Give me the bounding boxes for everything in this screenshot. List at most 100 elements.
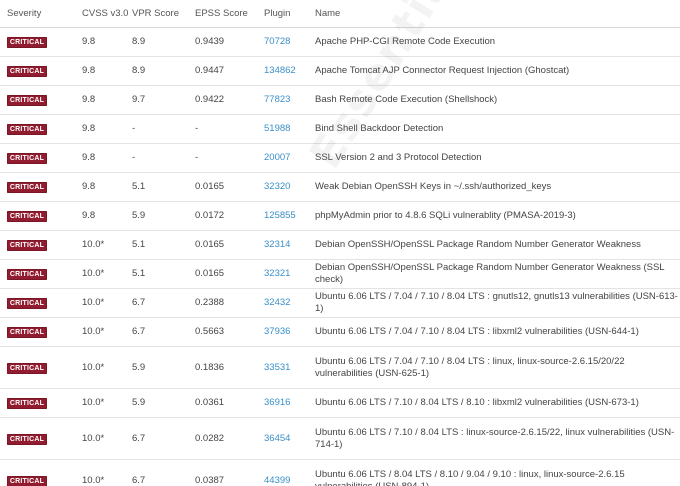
epss-score: 0.0387 — [195, 474, 225, 486]
cvss-score: 10.0* — [82, 230, 132, 260]
severity-badge: CRITICAL — [7, 298, 47, 309]
plugin-link[interactable]: 125855 — [264, 210, 296, 221]
severity-badge: CRITICAL — [7, 327, 47, 338]
severity-badge: CRITICAL — [7, 153, 47, 164]
plugin-link[interactable]: 32321 — [264, 268, 290, 279]
table-row: CRITICAL 10.0* 5.1 0.0165 32321 Debian O… — [0, 259, 680, 289]
table-row: CRITICAL 9.8 8.9 0.9439 70728 Apache PHP… — [0, 27, 680, 57]
plugin-link[interactable]: 32320 — [264, 181, 290, 192]
header-name: Name — [315, 0, 680, 28]
severity-badge: CRITICAL — [7, 95, 47, 106]
epss-score: 0.0282 — [195, 417, 264, 460]
header-epss: EPSS Score — [195, 0, 264, 28]
table-row: CRITICAL 9.8 - - 20007 SSL Version 2 and… — [0, 143, 680, 173]
epss-score: 0.2388 — [195, 288, 264, 318]
severity-badge: CRITICAL — [7, 182, 47, 193]
vpr-score: 5.1 — [132, 230, 195, 260]
cvss-score: 10.0* — [82, 417, 132, 460]
vpr-score: 9.7 — [132, 85, 195, 115]
epss-score: - — [195, 114, 264, 144]
cvss-score: 9.8 — [82, 56, 132, 86]
vpr-score: 6.7 — [132, 474, 146, 486]
table-row: CRITICAL 9.8 - - 51988 Bind Shell Backdo… — [0, 114, 680, 144]
vulnerability-name: Bind Shell Backdoor Detection — [315, 114, 680, 144]
vpr-score: - — [132, 143, 195, 173]
table-row: CRITICAL 10.0* 6.7 0.0387 44399 Ubuntu 6… — [0, 460, 680, 486]
vpr-score: 6.7 — [132, 417, 195, 460]
vpr-score: 5.9 — [132, 388, 195, 418]
vulnerability-name: Ubuntu 6.06 LTS / 8.04 LTS / 8.10 / 9.04… — [315, 468, 625, 486]
cvss-score: 9.8 — [82, 172, 132, 202]
table-row: CRITICAL 10.0* 6.7 0.5663 37936 Ubuntu 6… — [0, 317, 680, 347]
cvss-score: 9.8 — [82, 27, 132, 57]
vulnerability-name: Apache PHP-CGI Remote Code Execution — [315, 27, 680, 57]
header-vpr: VPR Score — [132, 0, 195, 28]
table-row: CRITICAL 9.8 5.9 0.0172 125855 phpMyAdmi… — [0, 201, 680, 231]
severity-badge: CRITICAL — [7, 66, 47, 77]
cvss-score: 10.0* — [82, 388, 132, 418]
epss-score: 0.0165 — [195, 259, 264, 289]
cvss-score: 9.8 — [82, 114, 132, 144]
table-row: CRITICAL 10.0* 5.1 0.0165 32314 Debian O… — [0, 230, 680, 260]
vpr-score: 8.9 — [132, 56, 195, 86]
plugin-link[interactable]: 36916 — [264, 397, 290, 408]
epss-score: 0.0172 — [195, 201, 264, 231]
plugin-link[interactable]: 32432 — [264, 297, 290, 308]
table-row: CRITICAL 9.8 8.9 0.9447 134862 Apache To… — [0, 56, 680, 86]
vpr-score: - — [132, 114, 195, 144]
epss-score: 0.0361 — [195, 388, 264, 418]
vulnerability-table: Severity CVSS v3.0 VPR Score EPSS Score … — [0, 0, 680, 486]
plugin-link[interactable]: 20007 — [264, 152, 290, 163]
vulnerability-name: Ubuntu 6.06 LTS / 7.04 / 7.10 / 8.04 LTS… — [315, 317, 680, 347]
plugin-link[interactable]: 77823 — [264, 94, 290, 105]
vulnerability-name: Debian OpenSSH/OpenSSL Package Random Nu… — [315, 259, 680, 289]
plugin-link[interactable]: 36454 — [264, 433, 290, 444]
header-cvss: CVSS v3.0 — [82, 0, 132, 28]
header-severity: Severity — [0, 0, 82, 28]
table-row: CRITICAL 10.0* 5.9 0.1836 33531 Ubuntu 6… — [0, 346, 680, 389]
table-row: CRITICAL 9.8 5.1 0.0165 32320 Weak Debia… — [0, 172, 680, 202]
vulnerability-name: Ubuntu 6.06 LTS / 7.04 / 7.10 / 8.04 LTS… — [315, 288, 680, 318]
cvss-score: 9.8 — [82, 201, 132, 231]
cvss-score: 10.0* — [82, 317, 132, 347]
severity-badge: CRITICAL — [7, 398, 47, 409]
severity-badge: CRITICAL — [7, 433, 47, 445]
vulnerability-name: Weak Debian OpenSSH Keys in ~/.ssh/autho… — [315, 172, 680, 202]
epss-score: 0.9447 — [195, 56, 264, 86]
plugin-link[interactable]: 134862 — [264, 65, 296, 76]
epss-score: 0.9439 — [195, 27, 264, 57]
vpr-score: 6.7 — [132, 288, 195, 318]
vulnerability-report: Essentials Severity CVSS v3.0 VPR Score … — [0, 0, 680, 486]
header-plugin: Plugin — [264, 0, 315, 28]
epss-score: 0.0165 — [195, 230, 264, 260]
table-row: CRITICAL 10.0* 5.9 0.0361 36916 Ubuntu 6… — [0, 388, 680, 418]
epss-score: 0.5663 — [195, 317, 264, 347]
table-row: CRITICAL 9.8 9.7 0.9422 77823 Bash Remot… — [0, 85, 680, 115]
cvss-score: 10.0* — [82, 346, 132, 389]
severity-badge: CRITICAL — [7, 362, 47, 374]
vulnerability-name: Debian OpenSSH/OpenSSL Package Random Nu… — [315, 230, 680, 260]
severity-badge: CRITICAL — [7, 240, 47, 251]
table-row: CRITICAL 10.0* 6.7 0.0282 36454 Ubuntu 6… — [0, 417, 680, 460]
plugin-link[interactable]: 37936 — [264, 326, 290, 337]
cvss-score: 10.0* — [82, 259, 132, 289]
epss-score: 0.0165 — [195, 172, 264, 202]
vulnerability-name: Ubuntu 6.06 LTS / 7.04 / 7.10 / 8.04 LTS… — [315, 346, 680, 389]
plugin-link[interactable]: 44399 — [264, 475, 290, 486]
severity-badge: CRITICAL — [7, 211, 47, 222]
epss-score: 0.9422 — [195, 85, 264, 115]
plugin-link[interactable]: 51988 — [264, 123, 290, 134]
epss-score: 0.1836 — [195, 346, 264, 389]
table-header-row: Severity CVSS v3.0 VPR Score EPSS Score … — [0, 0, 680, 28]
vpr-score: 5.9 — [132, 346, 195, 389]
plugin-link[interactable]: 70728 — [264, 36, 290, 47]
vpr-score: 8.9 — [132, 27, 195, 57]
vulnerability-name: Apache Tomcat AJP Connector Request Inje… — [315, 56, 680, 86]
severity-badge: CRITICAL — [7, 37, 47, 48]
cvss-score: 9.8 — [82, 143, 132, 173]
cvss-score: 10.0* — [82, 474, 105, 486]
severity-badge: CRITICAL — [7, 124, 47, 135]
plugin-link[interactable]: 32314 — [264, 239, 290, 250]
plugin-link[interactable]: 33531 — [264, 362, 290, 373]
epss-score: - — [195, 143, 264, 173]
